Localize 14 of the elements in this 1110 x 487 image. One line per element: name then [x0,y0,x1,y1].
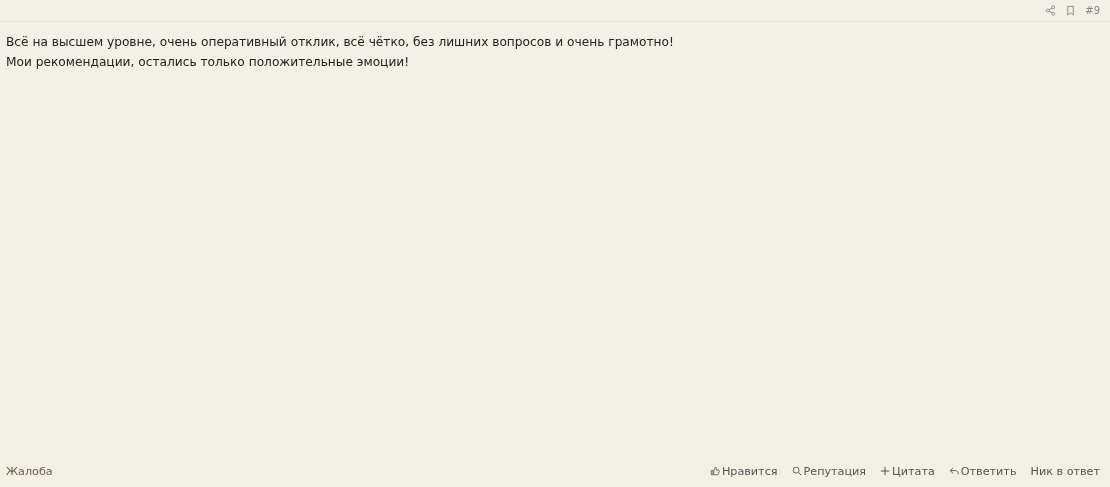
quote-link[interactable]: Цитата [880,464,935,478]
plus-icon [880,466,891,476]
reputation-link[interactable]: Репутация [791,464,867,478]
nick-reply-link[interactable]: Ник в ответ [1030,464,1100,478]
report-link[interactable]: Жалоба [6,464,53,478]
post-text: Мои рекомендации, остались только положительные эмоции! [6,54,411,71]
share-icon [1045,5,1057,16]
reply-link[interactable]: Ответить [948,464,1017,478]
bookmark-icon [1065,5,1077,16]
like-link[interactable]: Нравится [709,464,778,478]
post-text: Всё на высшем уровне, очень оперативный отклик, всё чётко, без лишних вопросов и очень грамотно! [6,34,675,51]
thumbs-up-icon [709,466,720,476]
search-icon [791,466,802,476]
reply-icon [948,466,959,476]
